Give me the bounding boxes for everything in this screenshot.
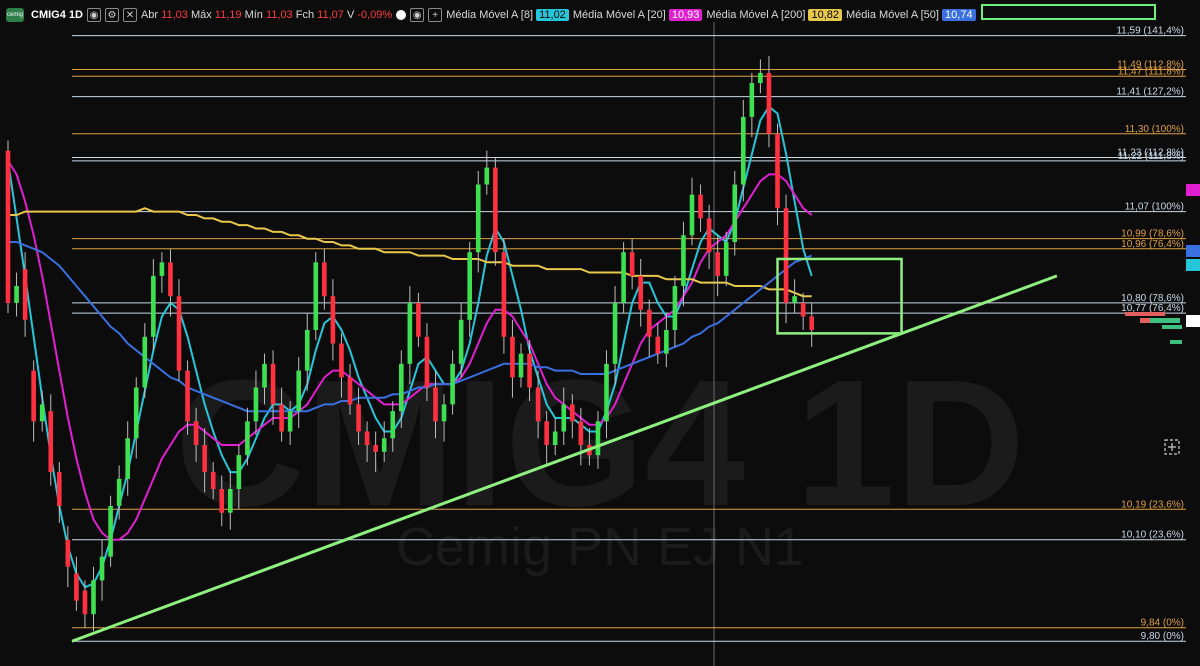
candle [5,140,11,314]
level-label: 11,47 (111,8%) [1118,66,1184,77]
price-axis-marker [1186,315,1200,327]
candle [313,252,319,341]
level-label: 11,30 (100%) [1125,124,1184,135]
close-icon[interactable]: ✕ [122,8,137,22]
highlight-box-top [981,4,1156,20]
candle [501,238,507,354]
watermark-subtitle: Cemig PN EJ N1 [396,517,804,577]
indicator-ma8[interactable]: Média Móvel A [8] 11,02 [446,9,569,21]
level-label: 11,07 (100%) [1125,202,1184,213]
eye-icon[interactable]: ◉ [86,8,101,22]
settings-icon[interactable]: ⚙ [104,8,119,22]
level-label: 9,80 (0%) [1141,631,1184,642]
cemig-logo-icon: cemig [6,8,24,22]
indicator-ma200[interactable]: Média Móvel A [200] 10,82 [706,9,843,21]
ma50-axis-marker [1186,245,1200,257]
symbol-label[interactable]: CMIG4 1D [31,9,83,21]
price-chart[interactable]: CMIG4 1D Cemig PN EJ N1 11,59 (141,4%)11… [0,0,1200,666]
candle [493,157,498,266]
level-label: 11,41 (127,2%) [1116,87,1184,98]
level-label: 9,84 (0%) [1141,618,1184,629]
level-label: 10,19 (23,6%) [1121,499,1184,510]
add-indicator-icon[interactable]: + [428,8,443,22]
watermark: CMIG4 1D Cemig PN EJ N1 [175,343,1025,577]
ma20-axis-marker [1186,184,1200,196]
ma8-axis-marker [1186,259,1200,271]
indicator-ma20[interactable]: Média Móvel A [20] 10,93 [573,9,703,21]
live-dot-icon [396,10,407,20]
candle [108,495,113,567]
ohlc-readout: Abr 11,03 Máx 11,19 Mín 11,03 Fch 11,07 … [140,9,393,21]
candle [621,242,626,314]
level-label: 10,96 (76,4%) [1121,239,1184,250]
eye-toggle-icon[interactable]: ◉ [410,8,425,22]
level-label: 10,10 (23,6%) [1121,530,1184,541]
level-label: 11,22 (111,8%) [1118,151,1184,162]
indicator-ma50[interactable]: Média Móvel A [50] 10,74 [846,9,976,21]
